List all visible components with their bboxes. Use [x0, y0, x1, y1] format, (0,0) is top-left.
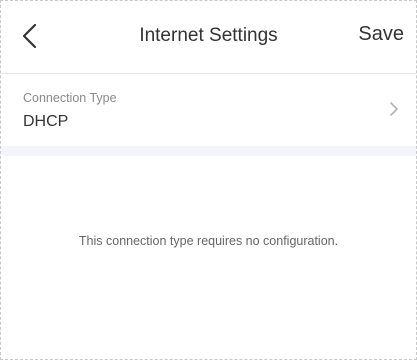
- section-divider: [1, 146, 416, 156]
- header-bar: Internet Settings Save: [1, 1, 416, 74]
- connection-type-label: Connection Type: [23, 91, 117, 105]
- save-button[interactable]: Save: [358, 23, 404, 46]
- no-config-message: This connection type requires no configu…: [78, 234, 339, 248]
- page-title: Internet Settings: [139, 25, 278, 46]
- internet-settings-screen: Internet Settings Save Connection Type D…: [0, 0, 417, 360]
- connection-type-value: DHCP: [23, 113, 69, 130]
- chevron-right-icon: [388, 100, 400, 118]
- connection-type-row[interactable]: Connection Type DHCP: [1, 74, 416, 146]
- back-button[interactable]: [15, 19, 49, 53]
- chevron-left-icon: [22, 23, 37, 49]
